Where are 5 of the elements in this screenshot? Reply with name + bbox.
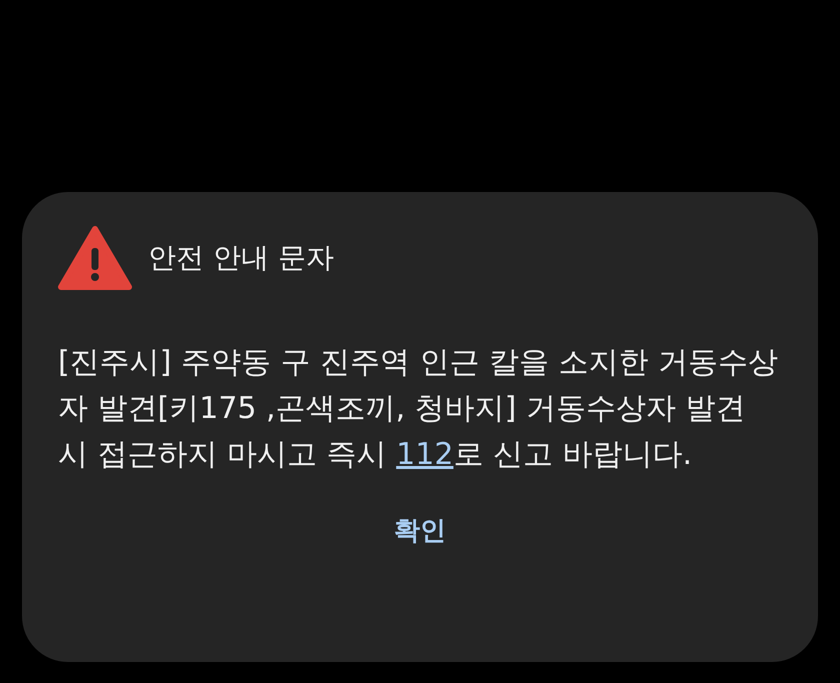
alert-message: [진주시] 주약동 구 진주역 인근 칼을 소지한 거동수상자 발견[키175 ,곤색조끼, 청바지] 거동수상자 발견 시 접근하지 마시고 즉시 112로 신고 바랍니다. xyxy=(58,344,780,474)
confirm-button[interactable]: 확인 xyxy=(370,506,470,557)
warning-icon xyxy=(58,226,132,290)
phone-link[interactable]: 112 xyxy=(396,437,454,472)
dialog-title: 안전 안내 문자 xyxy=(148,240,334,276)
